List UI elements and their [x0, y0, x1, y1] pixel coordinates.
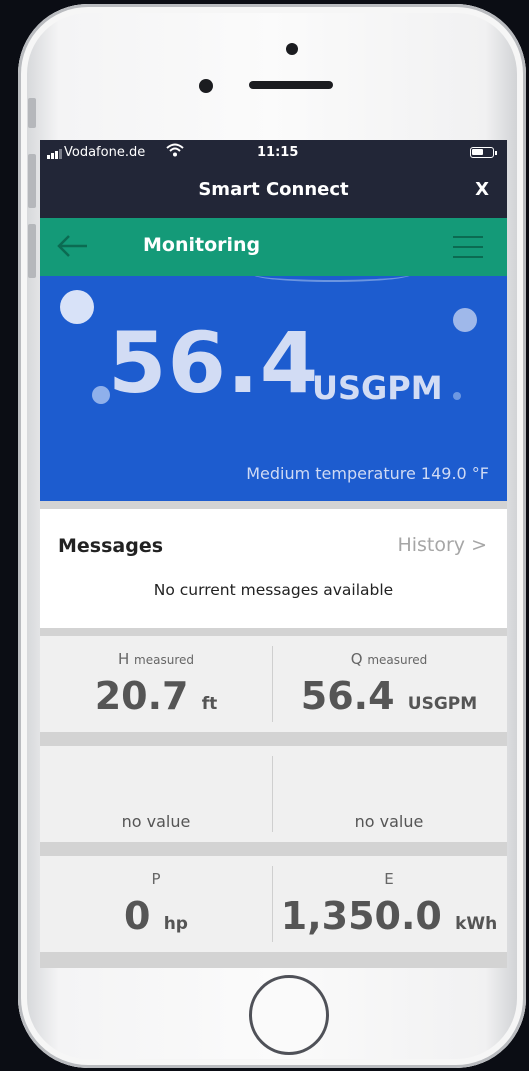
app-title: Smart Connect: [198, 179, 349, 200]
tile-label: H measured: [117, 650, 194, 668]
power-tile[interactable]: P 0 hp: [40, 856, 272, 952]
battery-icon: [470, 147, 497, 158]
head-measured-tile[interactable]: H measured 20.7 ft: [40, 636, 272, 732]
wifi-icon: [166, 143, 184, 161]
flow-hero-panel: 56.4 USGPM Medium temperature 149.0 °F: [40, 276, 507, 501]
app-title-bar: Smart Connect X: [40, 166, 507, 218]
tile-label: E: [384, 870, 394, 888]
empty-tile-left[interactable]: no value: [40, 746, 272, 842]
volume-down-button: [28, 224, 36, 278]
no-messages-text: No current messages available: [153, 581, 394, 599]
proximity-sensor: [199, 79, 213, 93]
app-screen: Vodafone.de 11:15 Smart Connect X Monito…: [40, 140, 507, 968]
clock-time: 11:15: [257, 145, 299, 160]
tile-value: 1,350.0 kWh: [280, 894, 498, 938]
decorative-bubble: [453, 308, 477, 332]
page-title: Monitoring: [143, 234, 261, 256]
messages-panel: Messages History > No current messages a…: [40, 509, 507, 628]
flow-measured-tile[interactable]: Q measured 56.4 USGPM: [273, 636, 505, 732]
status-bar: Vodafone.de 11:15: [40, 140, 507, 166]
signal-strength-icon: [47, 149, 62, 159]
tile-value: 56.4 USGPM: [300, 674, 478, 718]
volume-up-button: [28, 154, 36, 208]
decorative-bubble: [453, 392, 461, 400]
tile-value: 0 hp: [124, 894, 188, 938]
tile-label: P: [151, 870, 161, 888]
medium-temperature: Medium temperature 149.0 °F: [246, 464, 489, 483]
energy-tile[interactable]: E 1,350.0 kWh: [273, 856, 505, 952]
history-link[interactable]: History >: [397, 534, 487, 556]
flow-unit: USGPM: [312, 369, 443, 407]
mute-switch: [28, 98, 36, 128]
arrow-left-icon[interactable]: [55, 233, 89, 263]
power-energy-row: P 0 hp E 1,350.0 kWh: [40, 856, 507, 952]
tile-label: Q measured: [350, 650, 428, 668]
decorative-arc: [252, 276, 412, 282]
empty-tile-right[interactable]: no value: [273, 746, 505, 842]
carrier-name: Vodafone.de: [64, 145, 146, 160]
messages-title: Messages: [58, 535, 164, 557]
home-button[interactable]: [249, 975, 329, 1055]
nav-bar: Monitoring: [40, 218, 507, 276]
no-value-text: no value: [121, 812, 191, 831]
hamburger-menu-icon[interactable]: [452, 234, 484, 264]
empty-value-row: no value no value: [40, 746, 507, 842]
front-camera: [286, 43, 298, 55]
measurement-row: H measured 20.7 ft Q measured 56.4 USGPM: [40, 636, 507, 732]
no-value-text: no value: [354, 812, 424, 831]
tile-value: 20.7 ft: [94, 674, 218, 718]
decorative-bubble: [60, 290, 94, 324]
flow-value: 56.4: [108, 314, 320, 412]
earpiece-speaker: [249, 81, 333, 89]
close-button[interactable]: X: [475, 179, 489, 200]
